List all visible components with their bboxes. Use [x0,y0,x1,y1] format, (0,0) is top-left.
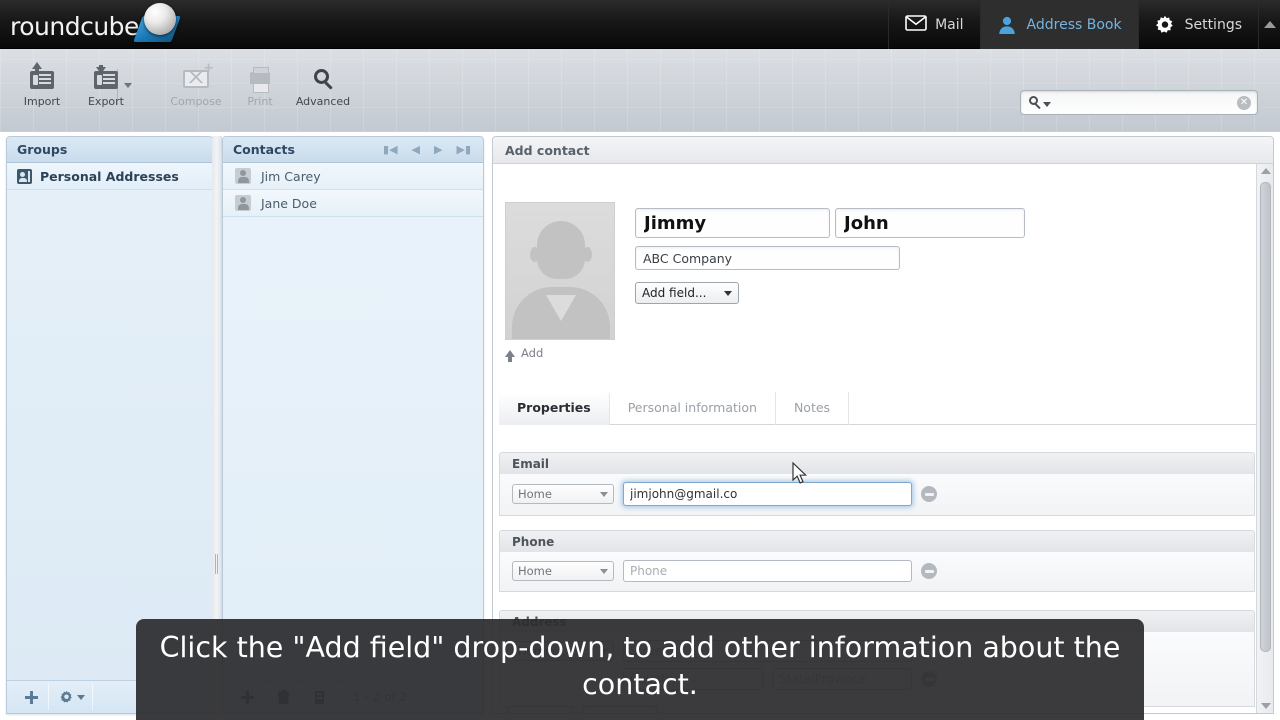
email-type-select[interactable]: Home [512,484,614,504]
phone-section: Phone Home [499,530,1255,592]
add-field-dropdown[interactable]: Add field... [635,282,739,304]
search-box[interactable]: ✕ [1020,90,1258,115]
email-section: Email Home [499,452,1255,516]
scrollbar-thumb[interactable] [1260,182,1271,652]
contact-avatar-icon [235,168,251,184]
first-name-input[interactable] [635,208,830,238]
phone-section-title: Phone [499,530,1255,552]
roundcube-logo[interactable]: roundcube [6,2,196,48]
export-options-caret-icon[interactable] [124,83,132,88]
nav-item-address-book[interactable]: Address Book [979,0,1138,49]
contacts-title: Contacts [233,141,295,157]
contact-avatar-icon [235,195,251,211]
advanced-label: Advanced [295,95,351,108]
contact-name: Jane Doe [261,195,317,211]
caption-overlay: Click the "Add field" drop-down, to add … [136,619,1144,720]
email-type-value: Home [518,487,552,501]
gear-icon [1155,15,1177,35]
top-nav: Mail Address Book Settings [888,0,1280,49]
magnifier-icon [308,62,338,92]
next-page-icon[interactable]: ▶ [434,137,442,163]
content-scrollbar[interactable] [1256,164,1273,713]
group-options-caret-icon [76,694,85,700]
export-label: Export [87,95,124,108]
collapse-toolbar-button[interactable] [1258,0,1280,49]
organization-input[interactable] [635,246,900,270]
nav-label-mail: Mail [935,16,964,33]
print-label: Print [247,95,273,108]
chevron-up-icon [1263,21,1276,28]
search-clear-icon[interactable]: ✕ [1237,96,1251,110]
email-input[interactable] [623,482,912,506]
scroll-down-icon[interactable] [1261,703,1271,709]
chevron-down-icon [600,568,608,574]
compose-label: Compose [170,95,222,108]
mouse-cursor [792,461,810,490]
search-scope-caret-icon[interactable] [1043,102,1051,107]
add-group-button[interactable] [15,684,49,710]
search-icon [1029,96,1038,105]
contact-photo-placeholder [505,202,615,340]
logo-text: roundcube [10,12,139,41]
photo-upload-label: Add [521,346,544,360]
chevron-down-icon [600,491,608,497]
roundcube-app: roundcube Mail Address Book Settings Imp… [0,0,1280,720]
add-field-label: Add field... [642,286,707,300]
import-label: Import [23,95,61,108]
contact-tabs: Properties Personal information Notes [499,392,1256,425]
top-bar: roundcube Mail Address Book Settings [0,0,1280,49]
phone-type-select[interactable]: Home [512,561,614,581]
toolbar-separator [117,69,118,105]
email-section-title: Email [499,452,1255,474]
print-icon [245,62,275,93]
logo-sphere-icon [144,3,176,35]
nav-item-settings[interactable]: Settings [1137,0,1258,49]
tab-notes[interactable]: Notes [776,392,850,425]
chevron-down-icon [724,290,732,296]
search-input[interactable] [1021,92,1257,113]
last-name-input[interactable] [835,208,1025,238]
address-book-icon [17,168,32,184]
first-page-icon[interactable]: ▮◀ [383,137,398,163]
contact-list-item[interactable]: Jane Doe [223,190,483,217]
prev-page-icon[interactable]: ◀ [412,137,420,163]
tab-properties[interactable]: Properties [499,392,610,425]
advanced-search-button[interactable]: Advanced [285,62,361,118]
import-icon [27,62,57,92]
group-item-label: Personal Addresses [40,168,179,184]
group-item-personal-addresses[interactable]: Personal Addresses [7,163,212,190]
remove-phone-icon[interactable] [921,563,937,579]
groups-title: Groups [17,141,68,157]
contact-list-item[interactable]: Jim Carey [223,163,483,190]
nav-label-settings: Settings [1184,16,1242,33]
contact-name: Jim Carey [261,168,321,184]
nav-label-address-book: Address Book [1026,16,1122,33]
nav-item-mail[interactable]: Mail [888,0,979,49]
tab-personal-information[interactable]: Personal information [610,392,776,425]
content-title: Add contact [493,137,1273,164]
compose-icon: + [181,62,214,92]
phone-type-value: Home [518,564,552,578]
person-icon [997,15,1019,35]
email-row: Home [499,474,1255,516]
last-page-icon[interactable]: ▶▮ [456,137,471,163]
group-options-button[interactable] [51,684,93,710]
scroll-up-icon[interactable] [1261,168,1271,174]
phone-input[interactable] [623,560,912,582]
upload-icon [505,349,515,362]
contacts-header: Contacts ▮◀ ◀ ▶ ▶▮ [223,137,483,163]
phone-row: Home [499,552,1255,592]
remove-email-icon[interactable] [921,486,937,502]
contacts-pager: ▮◀ ◀ ▶ ▶▮ [383,137,473,163]
groups-header: Groups [7,137,212,163]
photo-upload-button[interactable]: Add [505,346,544,362]
envelope-icon [905,14,927,35]
export-button[interactable]: Export [68,62,144,118]
splitter-grip [215,554,219,574]
